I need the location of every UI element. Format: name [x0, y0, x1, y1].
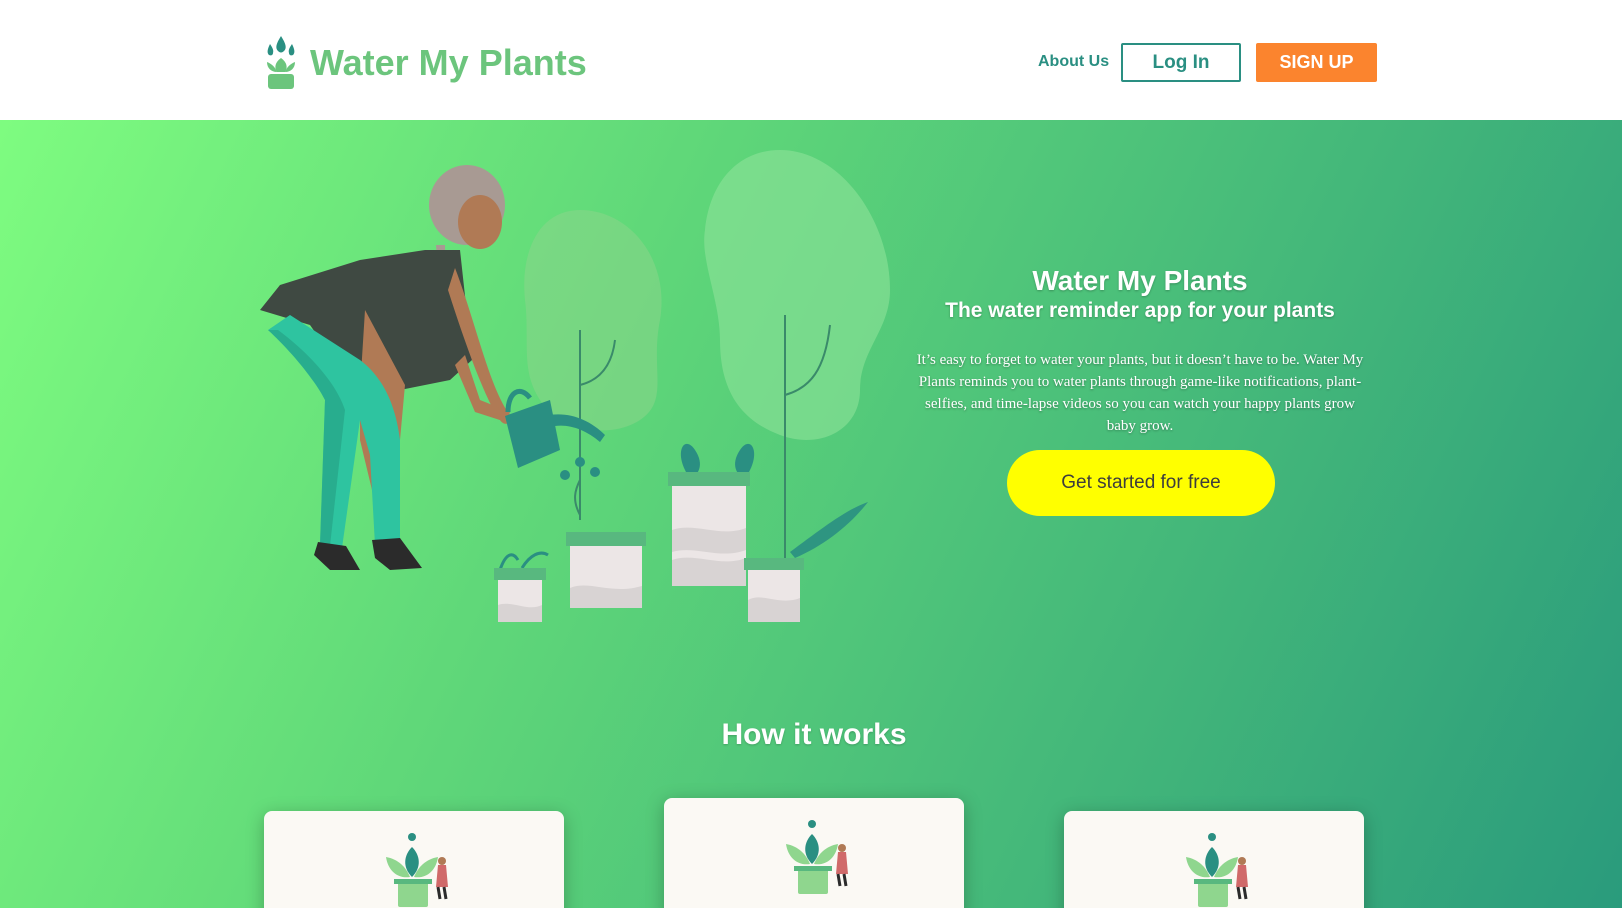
brand[interactable]: Water My Plants [262, 34, 587, 92]
plant-illustration-icon [786, 820, 848, 894]
hero-description: It’s easy to forget to water your plants… [916, 352, 1364, 434]
hero-text: Water My Plants The water reminder app f… [915, 265, 1365, 437]
how-it-works-card-1[interactable] [264, 811, 564, 908]
pot-tall [668, 443, 755, 586]
brand-name: Water My Plants [310, 42, 587, 83]
how-it-works-card-2[interactable] [664, 798, 964, 908]
pot-small-right [744, 502, 868, 622]
hero-title: Water My Plants [1032, 265, 1248, 296]
site-header: Water My Plants About Us Log In SIGN UP [0, 0, 1622, 120]
pot-small-left [494, 551, 549, 622]
woman-figure [260, 165, 512, 570]
hero-subtitle: The water reminder app for your plants [945, 299, 1335, 322]
how-it-works-heading: How it works [721, 718, 907, 751]
plant-illustration-icon [1186, 833, 1248, 907]
woman-watering-plants-illustration [260, 150, 890, 622]
sign-up-button[interactable]: SIGN UP [1256, 43, 1377, 82]
pot-medium [566, 532, 646, 608]
log-in-button[interactable]: Log In [1121, 43, 1241, 82]
background-tree-left [524, 210, 662, 431]
plant-logo-icon [267, 36, 295, 89]
get-started-button[interactable]: Get started for free [1007, 450, 1275, 516]
background-tree-right [704, 150, 890, 440]
hero-section: Water My Plants The water reminder app f… [0, 120, 1622, 908]
plant-illustration-icon [386, 833, 448, 907]
how-it-works-card-3[interactable] [1064, 811, 1364, 908]
nav-about-us-link[interactable]: About Us [1038, 53, 1109, 71]
